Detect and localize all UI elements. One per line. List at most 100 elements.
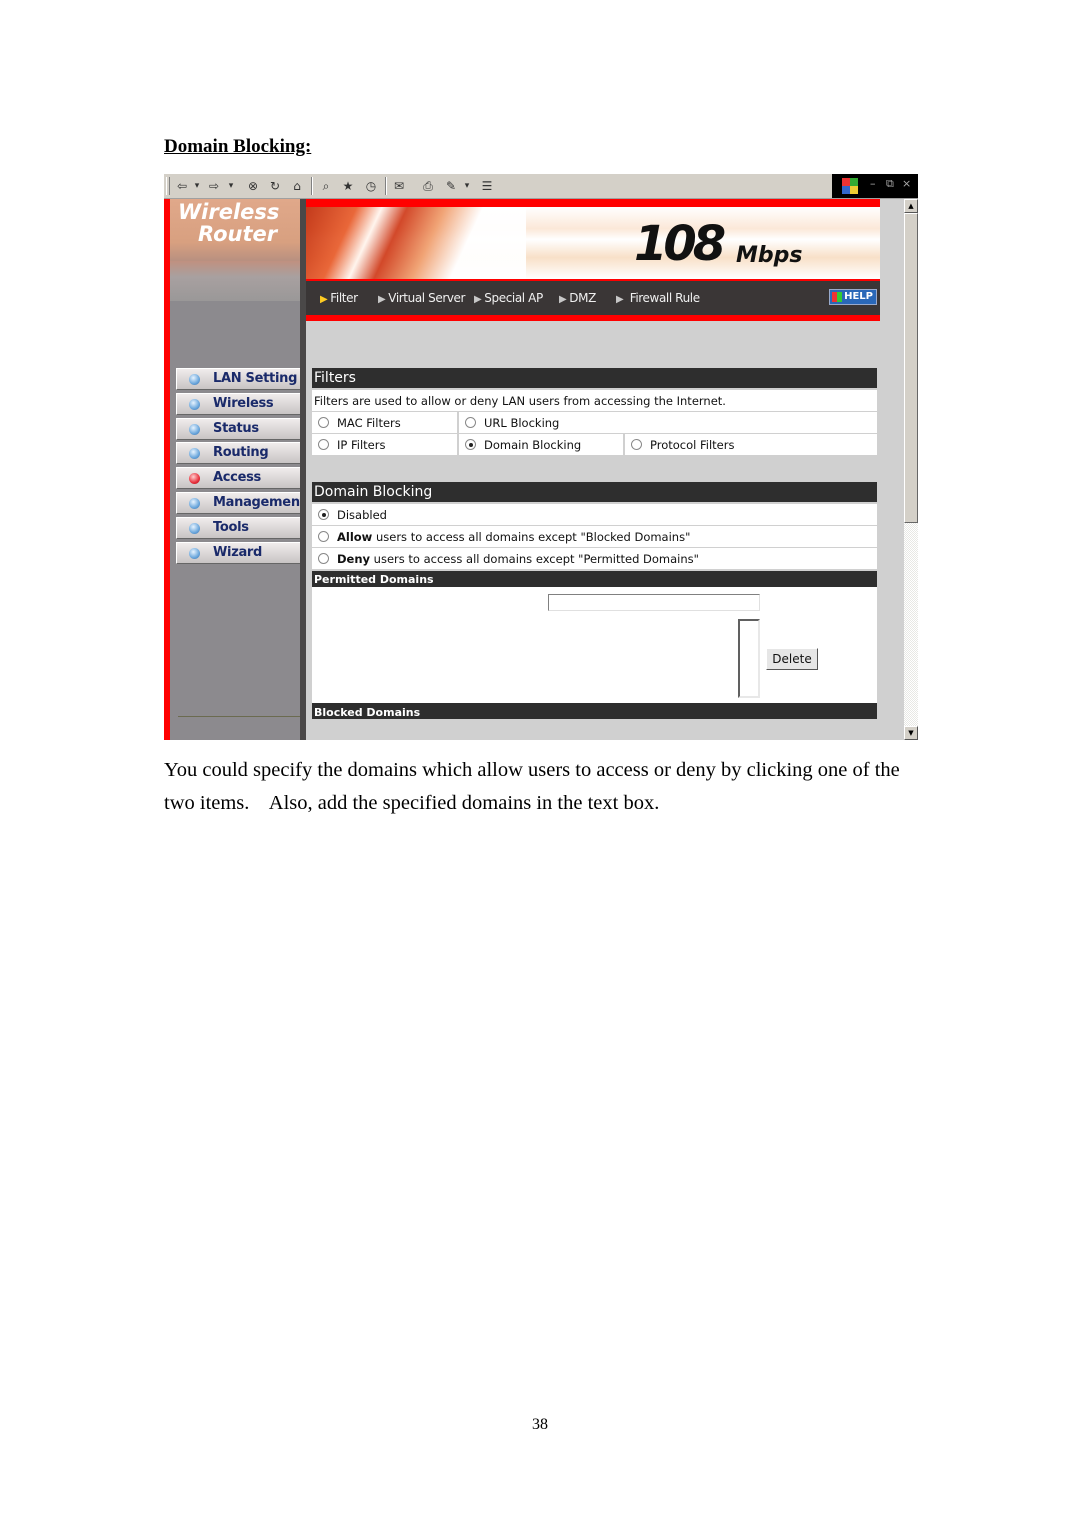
radio-button[interactable] <box>318 531 329 542</box>
radio-button[interactable] <box>465 417 476 428</box>
option-ip-filters[interactable]: IP Filters <box>312 434 459 455</box>
domain-blocking-title: Domain Blocking <box>312 482 877 502</box>
windows-logo-icon <box>842 178 858 194</box>
play-arrow-icon: ▶ <box>616 294 624 305</box>
scrollbar-thumb[interactable] <box>904 213 918 523</box>
option-label: Protocol Filters <box>650 438 735 452</box>
sidebar-item-status[interactable]: Status <box>176 417 302 440</box>
back-icon[interactable]: ⇦ <box>174 177 190 195</box>
edit-icon[interactable]: ✎ <box>442 177 460 195</box>
bullet-icon <box>189 423 200 435</box>
option-label: URL Blocking <box>484 416 560 430</box>
banner-unit: Mbps <box>736 243 803 268</box>
filters-title: Filters <box>312 368 877 388</box>
option-label: users to access all domains except "Perm… <box>370 552 699 566</box>
scroll-up-button[interactable]: ▲ <box>904 199 918 213</box>
router-page: Wireless Router LAN Setting Wireless Sta… <box>164 199 904 740</box>
home-icon[interactable]: ⌂ <box>288 177 306 195</box>
sidebar-item-label: Management <box>213 494 306 510</box>
menu-item-label: Filter <box>330 291 358 305</box>
play-arrow-icon: ▶ <box>378 294 386 305</box>
bullet-icon <box>189 497 200 509</box>
sidebar-item-wireless[interactable]: Wireless <box>176 392 302 415</box>
mail-icon[interactable]: ✉ <box>390 177 408 195</box>
delete-button[interactable]: Delete <box>766 648 818 670</box>
bullet-icon <box>189 398 200 410</box>
domain-option-allow[interactable]: Allow users to access all domains except… <box>312 526 877 548</box>
history-icon[interactable]: ◷ <box>362 177 380 195</box>
menu-item-virtual-server[interactable]: ▶ Virtual Server <box>378 291 465 305</box>
menu-item-special-ap[interactable]: ▶ Special AP <box>474 291 543 305</box>
sidebar-item-label: Status <box>213 420 259 436</box>
sidebar-item-wizard[interactable]: Wizard <box>176 541 302 564</box>
close-button[interactable]: × <box>902 177 911 190</box>
play-arrow-icon: ▶ <box>320 294 328 305</box>
option-bold-label: Deny <box>337 552 371 566</box>
browser-screenshot: ⇦ ▾ ⇨ ▾ ⊗ ↻ ⌂ ⌕ ★ ◷ ✉ ⎙ ✎ ▾ ☰ – ⧉ × Wire… <box>164 174 918 740</box>
bullet-icon <box>189 374 200 385</box>
vertical-scrollbar[interactable]: ▲ ▼ <box>904 199 918 740</box>
sidebar-nav: LAN Setting Wireless Status Routing Acce… <box>176 368 306 566</box>
banner-speed: 108 <box>634 216 726 272</box>
radio-button[interactable] <box>631 439 642 450</box>
domain-option-deny[interactable]: Deny users to access all domains except … <box>312 548 877 570</box>
option-label: IP Filters <box>337 438 386 452</box>
sidebar-item-routing[interactable]: Routing <box>176 442 302 465</box>
permitted-domains-list[interactable] <box>738 619 760 698</box>
active-bullet-icon <box>189 473 200 485</box>
stop-icon[interactable]: ⊗ <box>244 177 262 195</box>
sidebar-item-label: Access <box>213 470 261 486</box>
menu-item-label: Firewall Rule <box>629 291 700 305</box>
help-button[interactable]: HELP <box>829 289 877 305</box>
toolbar-grip <box>166 177 170 195</box>
banner: 108 Mbps <box>306 199 880 281</box>
menu-item-label: DMZ <box>569 291 596 305</box>
option-protocol-filters[interactable]: Protocol Filters <box>625 434 877 455</box>
bullet-icon <box>189 448 200 460</box>
domain-option-disabled[interactable]: Disabled <box>312 504 877 526</box>
menu-item-dmz[interactable]: ▶ DMZ <box>559 291 596 305</box>
option-label: users to access all domains except "Bloc… <box>372 530 691 544</box>
radio-button-selected[interactable] <box>318 509 329 520</box>
option-label: Disabled <box>337 508 387 522</box>
bullet-icon <box>189 522 200 534</box>
menu-item-label: Virtual Server <box>388 291 466 305</box>
print-icon[interactable]: ⎙ <box>419 177 437 195</box>
discuss-icon[interactable]: ☰ <box>478 177 496 195</box>
filters-description: Filters are used to allow or deny LAN us… <box>314 394 726 408</box>
sidebar-item-tools[interactable]: Tools <box>176 516 302 539</box>
menu-item-filter[interactable]: ▶ Filter <box>320 291 358 305</box>
edit-dropdown-icon[interactable]: ▾ <box>462 177 472 195</box>
forward-icon[interactable]: ⇨ <box>206 177 222 195</box>
filters-options-row-2: IP Filters Domain Blocking Protocol Filt… <box>312 434 877 456</box>
permitted-domain-input[interactable] <box>548 594 760 611</box>
toolbar-separator <box>311 177 313 195</box>
minimize-button[interactable]: – <box>870 177 876 190</box>
logo-line1: Wireless <box>178 200 280 224</box>
option-url-blocking[interactable]: URL Blocking <box>459 412 877 433</box>
sidebar: Wireless Router LAN Setting Wireless Sta… <box>170 199 306 740</box>
play-arrow-icon: ▶ <box>474 294 482 305</box>
option-mac-filters[interactable]: MAC Filters <box>312 412 459 433</box>
refresh-icon[interactable]: ↻ <box>266 177 284 195</box>
radio-button-selected[interactable] <box>465 439 476 450</box>
radio-button[interactable] <box>318 417 329 428</box>
filters-description-row: Filters are used to allow or deny LAN us… <box>312 390 877 412</box>
option-domain-blocking[interactable]: Domain Blocking <box>459 434 625 455</box>
forward-dropdown-icon[interactable]: ▾ <box>226 177 236 195</box>
radio-button[interactable] <box>318 553 329 564</box>
sidebar-item-management[interactable]: Management <box>176 491 306 514</box>
sidebar-item-label: Wireless <box>213 395 274 411</box>
sidebar-item-access[interactable]: Access <box>176 467 302 490</box>
favorites-icon[interactable]: ★ <box>339 177 357 195</box>
toolbar-separator <box>385 177 387 195</box>
body-paragraph: You could specify the domains which allo… <box>164 759 905 814</box>
radio-button[interactable] <box>318 439 329 450</box>
search-icon[interactable]: ⌕ <box>317 177 335 195</box>
back-dropdown-icon[interactable]: ▾ <box>192 177 202 195</box>
restore-button[interactable]: ⧉ <box>886 177 894 191</box>
menu-item-firewall-rule[interactable]: ▶ Firewall Rule <box>616 291 700 305</box>
page-number: 38 <box>532 1416 548 1433</box>
scroll-down-button[interactable]: ▼ <box>904 726 918 740</box>
sidebar-item-lan-setting[interactable]: LAN Setting <box>176 368 302 390</box>
